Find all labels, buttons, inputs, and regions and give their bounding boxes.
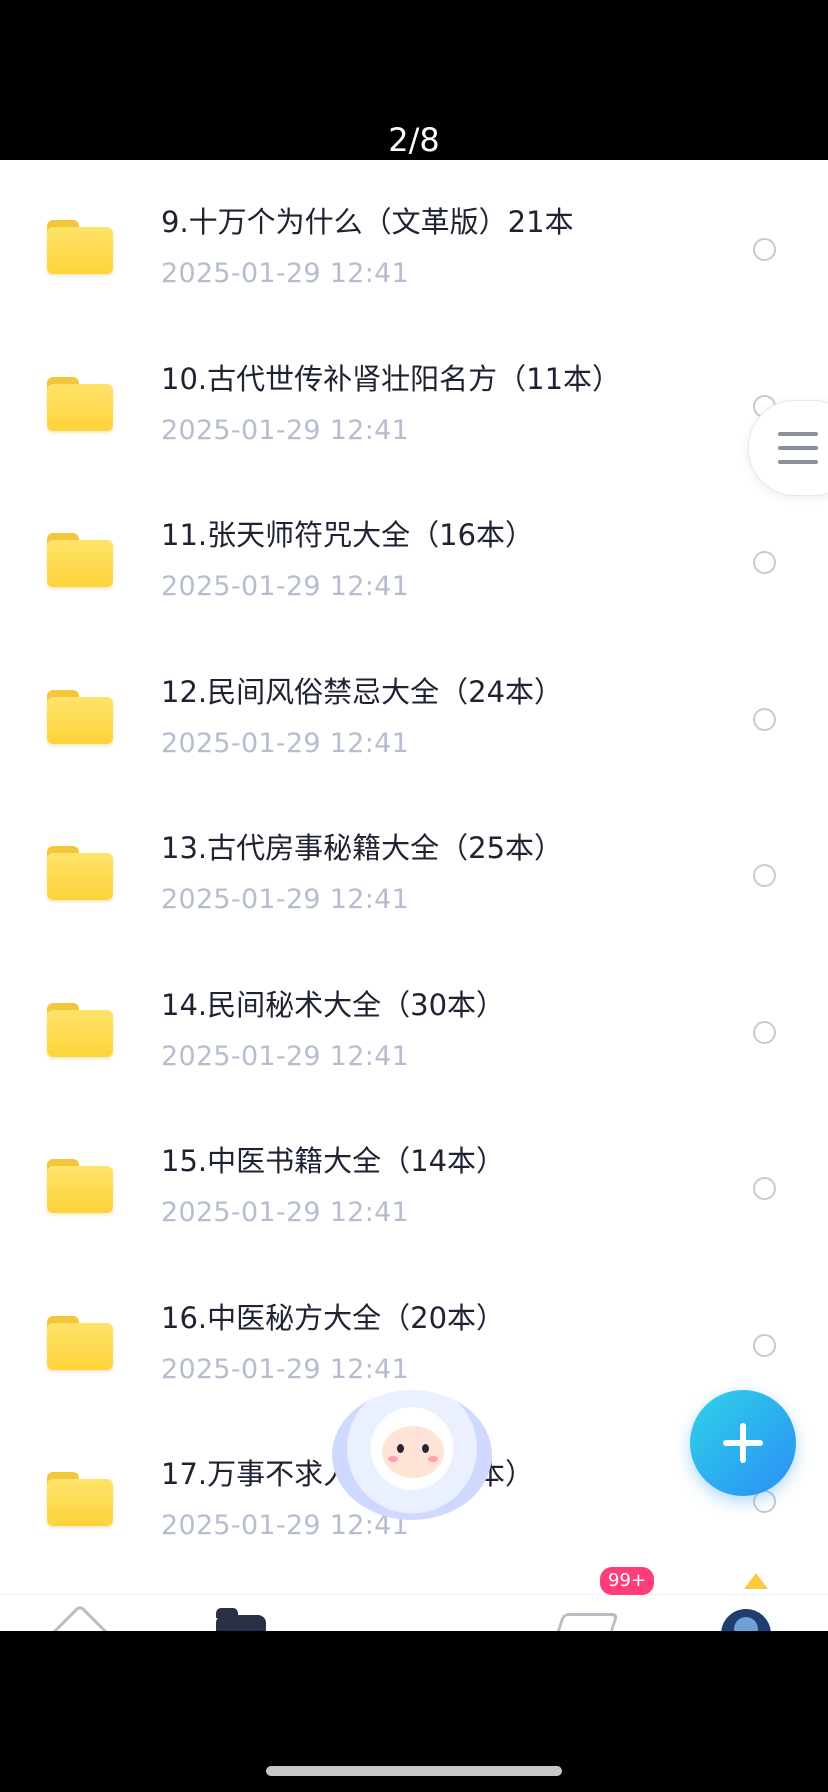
home-icon[interactable] [48,1603,112,1631]
avatar-face [382,1426,444,1478]
folder-icon [47,1159,113,1213]
file-date: 2025-01-29 12:41 [161,571,410,602]
file-title: 16.中医秘方大全（20本） [161,1300,506,1335]
folder-icon [47,376,113,431]
list-item[interactable]: 13.古代房事秘籍大全（25本） 2025-01-29 12:41 [0,786,828,943]
file-list: 9.十万个为什么（文革版）21本 2025-01-29 12:41 10.古代世… [0,160,828,1569]
list-item[interactable]: 15.中医书籍大全（14本） 2025-01-29 12:41 [0,1099,828,1256]
file-title: 13.古代房事秘籍大全（25本） [161,831,564,865]
select-radio[interactable] [753,1177,776,1200]
file-date: 2025-01-29 12:41 [161,1040,410,1072]
list-item[interactable]: 10.古代世传补肾壮阳名方（11本） 2025-01-29 12:41 [0,317,828,474]
file-date: 2025-01-29 12:41 [161,727,410,759]
folder-icon [47,220,113,274]
file-title: 11.张天师符咒大全（16本） [161,518,535,552]
file-title: 9.十万个为什么（文革版）21本 [161,205,574,239]
assistant-avatar[interactable] [332,1390,492,1520]
folder-icon [47,1002,113,1057]
folder-icon [47,689,113,744]
file-title: 10.古代世传补肾壮阳名方（11本） [161,361,622,396]
list-item[interactable]: 16.中医秘方大全（20本） 2025-01-29 12:41 [0,1256,828,1413]
file-date: 2025-01-29 12:41 [161,884,410,915]
folder-icon [47,533,113,587]
select-radio[interactable] [753,551,776,574]
select-radio[interactable] [753,238,776,261]
list-item[interactable]: 9.十万个为什么（文革版）21本 2025-01-29 12:41 [0,160,828,317]
select-radio[interactable] [753,1333,776,1357]
file-title: 15.中医书籍大全（14本） [161,1144,506,1178]
bottom-nav: 99+ [0,1565,828,1631]
file-date: 2025-01-29 12:41 [161,414,410,446]
list-item[interactable]: 14.民间秘术大全（30本） 2025-01-29 12:41 [0,943,828,1100]
add-button[interactable] [690,1390,796,1496]
folder-icon [47,846,113,900]
select-radio[interactable] [753,1020,776,1044]
home-indicator[interactable] [266,1766,562,1776]
crown-icon [744,1573,768,1589]
file-title: 14.民间秘术大全（30本） [161,987,506,1022]
folder-icon [47,1472,113,1526]
file-date: 2025-01-29 12:41 [161,258,410,289]
list-item[interactable]: 11.张天师符咒大全（16本） 2025-01-29 12:41 [0,473,828,630]
file-title: 12.民间风俗禁忌大全（24本） [161,674,564,709]
send-icon[interactable] [549,1613,619,1631]
profile-icon[interactable] [721,1609,771,1631]
folder-icon [47,1315,113,1370]
page-counter: 2/8 [388,121,440,159]
list-item[interactable]: 12.民间风俗禁忌大全（24本） 2025-01-29 12:41 [0,630,828,787]
messages-badge: 99+ [598,1565,656,1597]
file-date: 2025-01-29 12:41 [161,1197,410,1228]
select-radio[interactable] [753,707,776,731]
file-date: 2025-01-29 12:41 [161,1510,410,1541]
select-radio[interactable] [753,864,776,887]
file-date: 2025-01-29 12:41 [161,1353,410,1385]
files-icon[interactable] [216,1608,266,1631]
top-bar: 2/8 [0,0,828,160]
